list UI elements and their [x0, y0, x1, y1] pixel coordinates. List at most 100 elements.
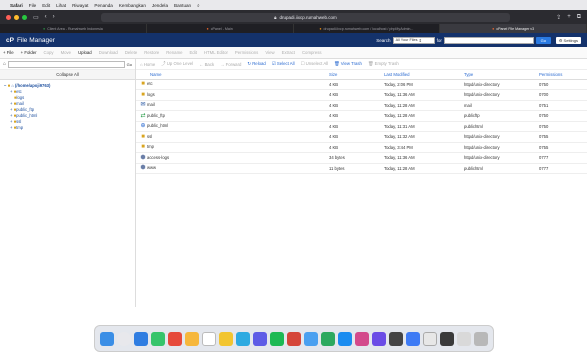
column-header-name[interactable]: Name: [136, 70, 326, 80]
forward-arrow-icon[interactable]: ›: [53, 14, 55, 20]
column-header-permissions[interactable]: Permissions: [536, 70, 587, 80]
table-row[interactable]: ■ tmp 4 KB Today, 3:44 PM httpd/unix-directo…: [136, 142, 587, 153]
music-icon[interactable]: [286, 331, 301, 346]
view-button[interactable]: View: [265, 50, 274, 55]
compress-button[interactable]: Compress: [302, 50, 322, 55]
table-row[interactable]: ⊕public_html 4 KB Today, 11:31 AM publichtm…: [136, 121, 587, 132]
zoom-window-button[interactable]: [22, 14, 27, 20]
minus-icon[interactable]: −: [4, 83, 6, 88]
settings-button[interactable]: ⚙ Settings: [555, 36, 581, 44]
collapse-all-button[interactable]: Collapse All: [0, 70, 135, 80]
photos-icon[interactable]: [303, 331, 318, 346]
app-icon[interactable]: [405, 331, 420, 346]
search-icon[interactable]: ⌕: [197, 3, 583, 8]
sidebar-toggle-icon[interactable]: ▭: [33, 14, 39, 21]
browser-tab[interactable]: ● drupadi.iixcp.rumahweb.com / localhost …: [294, 24, 441, 33]
instagram-icon[interactable]: [354, 331, 369, 346]
browser-tab-active[interactable]: ● cPanel File Manager v3: [440, 24, 587, 33]
edit-button[interactable]: Edit: [190, 50, 197, 55]
back-arrow-icon[interactable]: ‹: [45, 14, 47, 20]
terminal-icon[interactable]: [388, 331, 403, 346]
calendar-icon[interactable]: [201, 331, 216, 346]
menubar-item-edit[interactable]: Edit: [42, 3, 50, 8]
new-tab-icon[interactable]: +: [567, 14, 571, 20]
tab-overview-icon[interactable]: ⧉: [577, 14, 581, 21]
file-name-cell[interactable]: ⇄public_ftp: [139, 113, 323, 119]
file-name-cell[interactable]: ■ ssl: [139, 134, 323, 140]
tree-item-tmp[interactable]: + ■tmp: [4, 125, 131, 131]
finder-icon[interactable]: [99, 331, 114, 346]
new-folder-button[interactable]: + Folder: [21, 50, 37, 55]
file-name-cell[interactable]: ✉mail: [139, 102, 323, 108]
delete-button[interactable]: Delete: [125, 50, 137, 55]
menubar-item-history[interactable]: Riwayat: [72, 3, 88, 8]
forward-button[interactable]: → Forward: [220, 62, 241, 67]
messages-icon[interactable]: [150, 331, 165, 346]
menubar-item-help[interactable]: Bantuan: [174, 3, 191, 8]
launchpad-icon[interactable]: [116, 331, 131, 346]
search-go-button[interactable]: Go: [535, 36, 551, 44]
path-input[interactable]: [8, 60, 125, 68]
file-name-cell[interactable]: ⬢access-logs: [139, 155, 323, 161]
home-icon[interactable]: ⌂: [3, 61, 6, 67]
empty-trash-button[interactable]: 🗑︎ Empty Trash: [368, 61, 399, 67]
upload-button[interactable]: Upload: [78, 50, 92, 55]
file-name-cell[interactable]: ■ tmp: [139, 144, 323, 150]
app-store-icon[interactable]: [235, 331, 250, 346]
menubar-item-file[interactable]: File: [29, 3, 36, 8]
app-icon[interactable]: [439, 331, 454, 346]
restore-button[interactable]: Restore: [144, 50, 159, 55]
maps-icon[interactable]: [184, 331, 199, 346]
table-row[interactable]: ■ logs 4 KB Today, 11:36 AM httpd/unix-direc…: [136, 89, 587, 101]
menubar-item-view[interactable]: Lihat: [56, 3, 66, 8]
table-row[interactable]: ■ ssl 4 KB Today, 11:32 AM httpd/unix-direct…: [136, 131, 587, 143]
menubar-item-bookmarks[interactable]: Penanda: [94, 3, 112, 8]
html-editor-button[interactable]: HTML Editor: [204, 50, 228, 55]
permissions-button[interactable]: Permissions: [235, 50, 258, 55]
browser-tab[interactable]: ● cPanel - Main: [147, 24, 294, 33]
search-input[interactable]: [443, 36, 534, 44]
column-header-modified[interactable]: Last Modified: [381, 70, 461, 80]
app-icon[interactable]: [371, 331, 386, 346]
column-header-size[interactable]: Size: [326, 70, 381, 80]
extract-button[interactable]: Extract: [282, 50, 295, 55]
up-one-level-button[interactable]: ⤴ Up One Level: [161, 61, 193, 67]
close-window-button[interactable]: [6, 14, 11, 20]
trash-icon[interactable]: [473, 331, 488, 346]
downloads-icon[interactable]: [456, 331, 471, 346]
file-name-cell[interactable]: ■ logs: [139, 92, 323, 98]
file-name-cell[interactable]: ■ etc: [139, 81, 323, 87]
menubar-item-window[interactable]: Jendela: [152, 3, 168, 8]
table-row[interactable]: ⬢www 11 bytes Today, 11:28 AM publichtml 077…: [136, 163, 587, 174]
view-trash-button[interactable]: 🗑︎ View Trash: [334, 61, 362, 67]
menubar-app-name[interactable]: Safari: [10, 3, 23, 8]
move-button[interactable]: Move: [61, 50, 72, 55]
notes-icon[interactable]: [218, 331, 233, 346]
copy-button[interactable]: Copy: [44, 50, 54, 55]
minimize-window-button[interactable]: [14, 14, 19, 20]
whatsapp-icon[interactable]: [269, 331, 284, 346]
table-row[interactable]: ⇄public_ftp 4 KB Today, 11:28 AM publicftp 0…: [136, 110, 587, 122]
rename-button[interactable]: Rename: [166, 50, 182, 55]
file-name-cell[interactable]: ⬢www: [139, 165, 323, 171]
back-button[interactable]: ← Back: [199, 62, 214, 67]
column-header-type[interactable]: Type: [461, 70, 536, 80]
select-all-button[interactable]: ☑ Select All: [272, 61, 295, 67]
menubar-item-develop[interactable]: Kembangkan: [119, 3, 146, 8]
zoom-icon[interactable]: [252, 331, 267, 346]
unselect-all-button[interactable]: ☐ Unselect All: [301, 61, 329, 67]
share-icon[interactable]: ⇪: [556, 14, 561, 21]
home-nav-button[interactable]: ⌂ Home: [140, 62, 155, 67]
address-bar[interactable]: 🔒︎ drupadi.iixcp.rumahweb.com: [100, 12, 511, 22]
browser-tab[interactable]: ● Client Area - Rumahweb Indonesia: [0, 24, 147, 33]
path-go-button[interactable]: Go: [127, 62, 132, 67]
reload-button[interactable]: ↻ Reload: [247, 61, 265, 67]
table-row[interactable]: ⬢access-logs 34 bytes Today, 11:36 AM httpd…: [136, 152, 587, 164]
numbers-icon[interactable]: [320, 331, 335, 346]
table-row[interactable]: ■ etc 4 KB Today, 2:06 PM httpd/unix-directo…: [136, 79, 587, 90]
safari-icon[interactable]: [133, 331, 148, 346]
download-button[interactable]: Download: [99, 50, 118, 55]
mail-icon[interactable]: [167, 331, 182, 346]
telegram-icon[interactable]: [337, 331, 352, 346]
search-scope-select[interactable]: All Your Files ⇕: [392, 36, 435, 44]
